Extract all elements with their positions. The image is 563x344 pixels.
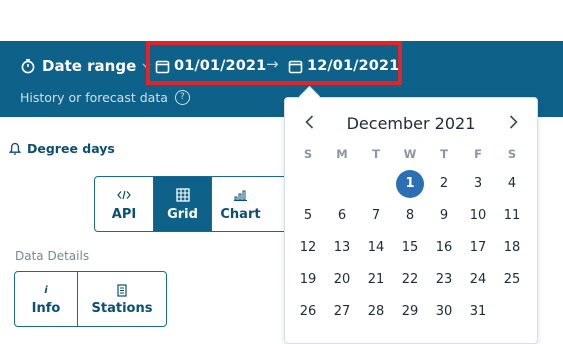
calendar-day[interactable]: 10 <box>464 202 492 230</box>
calendar-day[interactable]: 3 <box>464 170 492 198</box>
weekday-header: T <box>440 147 448 161</box>
station-icon <box>116 283 128 299</box>
weekday-header: T <box>372 147 380 161</box>
chart-view-button[interactable]: Chart <box>211 177 269 231</box>
calendar-day[interactable]: 23 <box>430 266 458 294</box>
calendar-day[interactable]: 24 <box>464 266 492 294</box>
calendar-day[interactable]: 26 <box>294 298 322 326</box>
calendar-day[interactable]: 7 <box>362 202 390 230</box>
calendar-day-selected[interactable]: 1 <box>396 170 424 198</box>
calendar-day[interactable]: 17 <box>464 234 492 262</box>
calendar-day[interactable]: 9 <box>430 202 458 230</box>
weekday-header: W <box>403 147 417 161</box>
calendar-day[interactable]: 11 <box>498 202 526 230</box>
calendar-day[interactable]: 4 <box>498 170 526 198</box>
info-button-label: Info <box>31 300 61 316</box>
chevron-right-icon <box>509 115 518 129</box>
date-picker-popup: December 2021 S M T W T F S 1 2 3 4 5 6 7 8 9 10 11 12 13 14… <box>284 97 538 344</box>
calendar-day[interactable]: 5 <box>294 202 322 230</box>
info-button[interactable]: i Info <box>15 272 78 326</box>
calendar-day[interactable]: 12 <box>294 234 322 262</box>
date-range-highlight <box>146 41 402 85</box>
data-details-heading: Data Details <box>15 249 90 263</box>
help-icon[interactable]: ? <box>174 90 190 105</box>
weekday-header: S <box>507 147 517 161</box>
chart-view-label: Chart <box>220 206 261 222</box>
calendar-day[interactable]: 18 <box>498 234 526 262</box>
calendar-day[interactable]: 31 <box>464 298 492 326</box>
subtitle-text: History or forecast data <box>20 90 168 105</box>
calendar-month-label: December 2021 <box>346 114 476 133</box>
calendar-day[interactable]: 29 <box>396 298 424 326</box>
calendar-day[interactable]: 20 <box>328 266 356 294</box>
api-view-label: API <box>111 206 137 222</box>
calendar-day[interactable]: 16 <box>430 234 458 262</box>
calendar-day[interactable]: 28 <box>362 298 390 326</box>
degree-days-heading[interactable]: Degree days <box>9 141 115 156</box>
calendar-day[interactable]: 13 <box>328 234 356 262</box>
bell-icon <box>9 142 21 155</box>
calendar-day[interactable]: 8 <box>396 202 424 230</box>
data-details-group: i Info Stations <box>14 271 167 327</box>
calendar-day[interactable]: 15 <box>396 234 424 262</box>
calendar-day[interactable]: 27 <box>328 298 356 326</box>
weekday-header: M <box>336 147 348 161</box>
calendar-day[interactable]: 22 <box>396 266 424 294</box>
date-range-label: Date range <box>42 57 137 75</box>
code-icon <box>117 187 131 203</box>
calendar-day[interactable]: 25 <box>498 266 526 294</box>
stations-button[interactable]: Stations <box>78 272 166 326</box>
calendar-day[interactable]: 21 <box>362 266 390 294</box>
data-source-subtitle: History or forecast data ? <box>20 90 190 105</box>
calendar-day[interactable]: 30 <box>430 298 458 326</box>
stopwatch-icon <box>21 58 35 74</box>
degree-days-label: Degree days <box>27 141 115 156</box>
next-month-button[interactable] <box>503 112 523 132</box>
bar-chart-icon <box>233 187 248 203</box>
stations-button-label: Stations <box>91 300 153 316</box>
weekday-header: S <box>303 147 313 161</box>
api-view-button[interactable]: API <box>95 177 153 231</box>
grid-view-button[interactable]: Grid <box>153 177 211 231</box>
date-range-toggle[interactable]: Date range <box>20 56 151 76</box>
calendar-day[interactable]: 2 <box>430 170 458 198</box>
grid-icon <box>175 187 190 203</box>
calendar-day[interactable]: 19 <box>294 266 322 294</box>
calendar-day[interactable]: 14 <box>362 234 390 262</box>
calendar-day[interactable]: 6 <box>328 202 356 230</box>
view-toggle-group: API Grid Chart <box>94 176 290 232</box>
weekday-header: F <box>474 147 482 161</box>
info-icon: i <box>44 285 48 296</box>
grid-view-label: Grid <box>167 206 198 222</box>
